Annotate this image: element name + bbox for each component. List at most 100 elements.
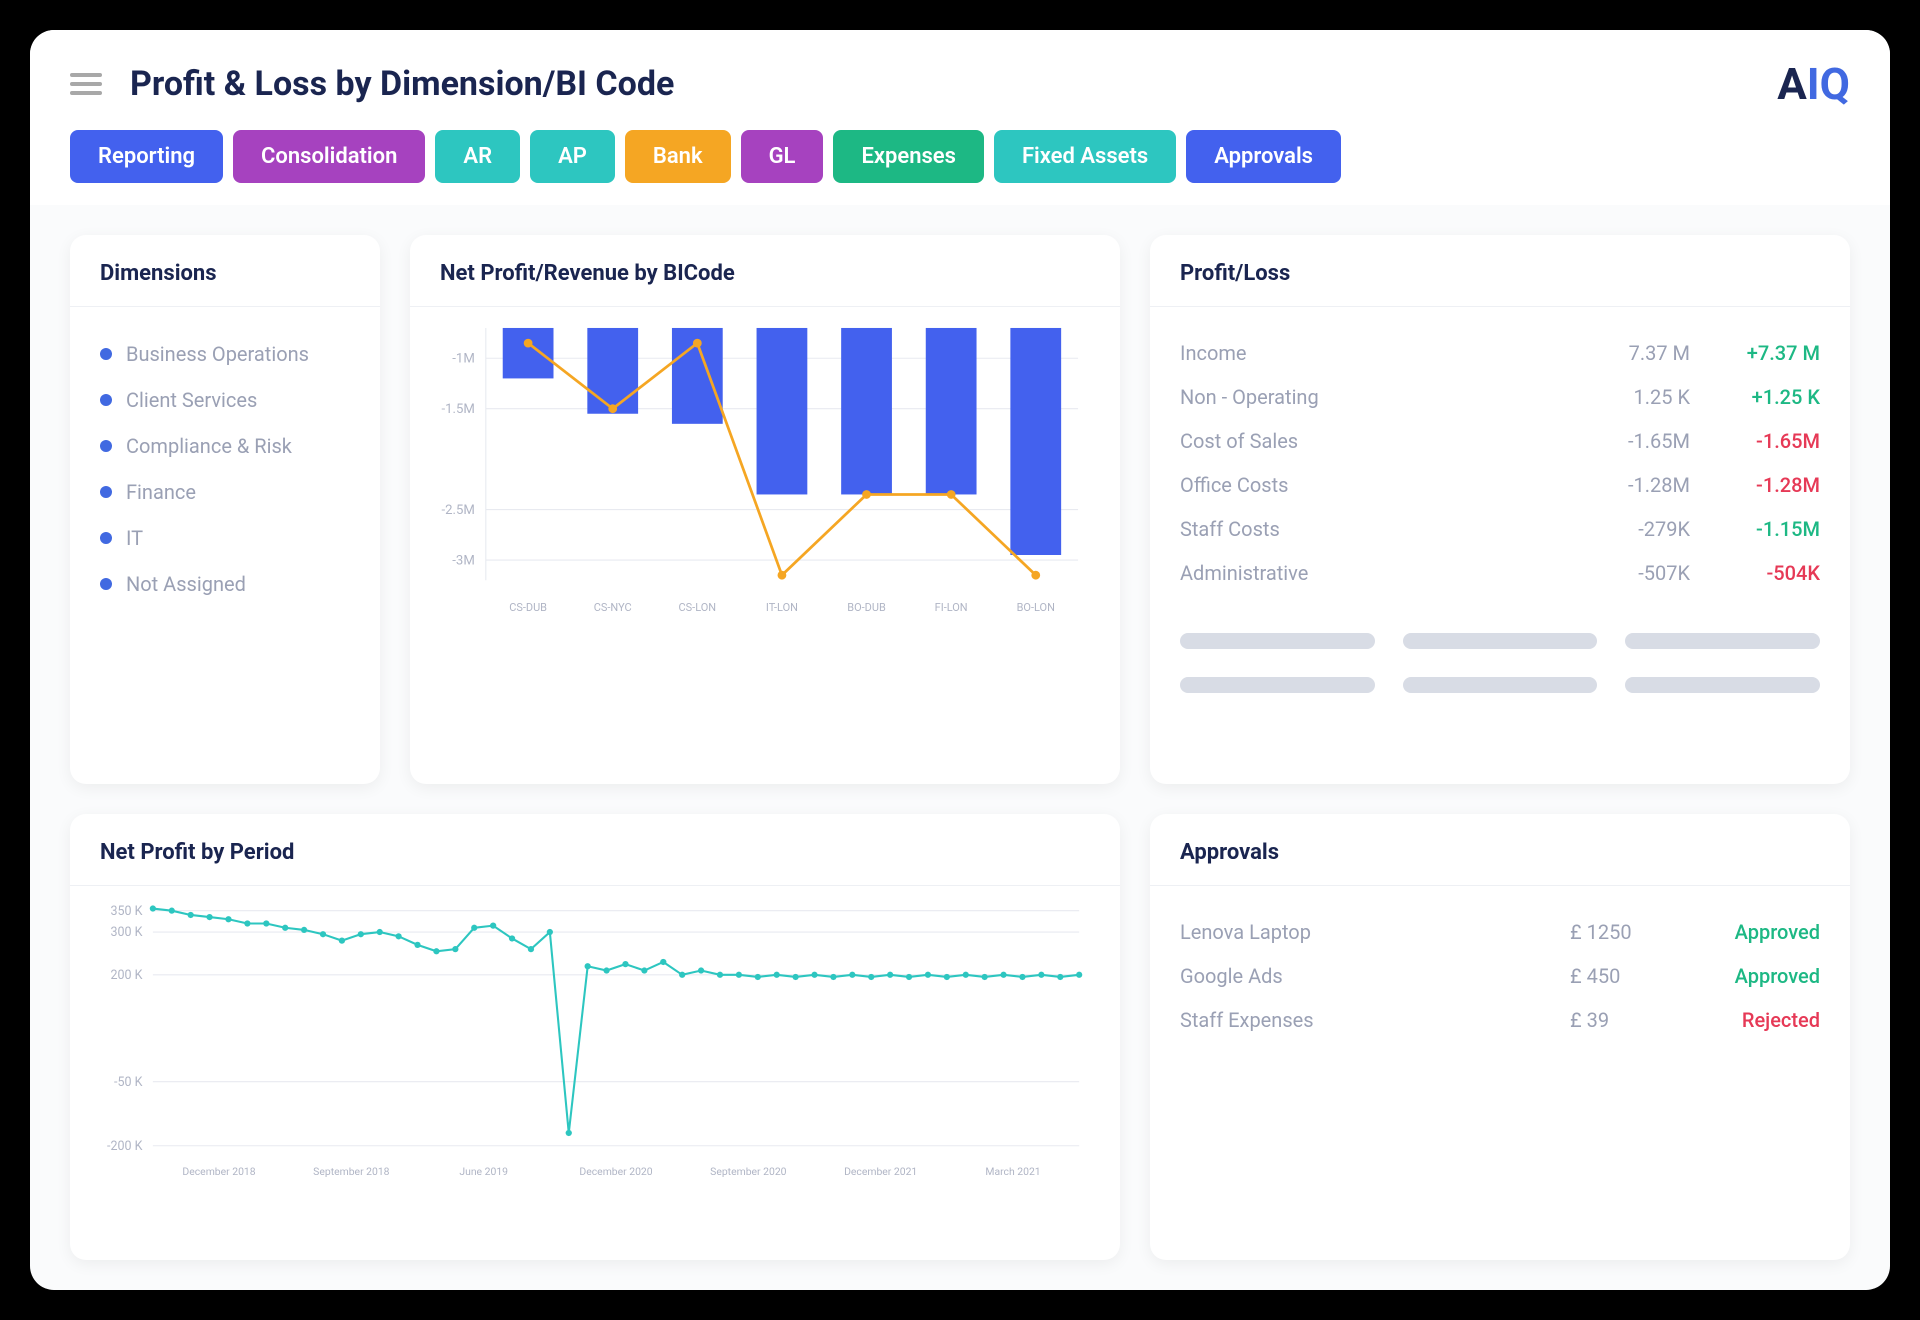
pl-value: -1.28M [1570,473,1690,497]
pl-value: 1.25 K [1570,385,1690,409]
pl-value: -507K [1570,561,1690,585]
pl-change: -504K [1690,561,1820,585]
pl-value: -1.65M [1570,429,1690,453]
svg-text:-1M: -1M [452,352,475,367]
profitloss-row: Staff Costs -279K -1.15M [1180,507,1820,551]
bullet-icon [100,578,112,590]
pl-change: -1.28M [1690,473,1820,497]
approval-row: Lenova Laptop £ 1250 Approved [1180,910,1820,954]
bullet-icon [100,486,112,498]
period-chart: 350 K300 K200 K-50 K-200 KDecember 2018S… [80,896,1100,1187]
svg-text:-1.5M: -1.5M [441,402,474,417]
tab-approvals[interactable]: Approvals [1186,130,1341,183]
profitloss-rows: Income 7.37 M +7.37 M Non - Operating 1.2… [1150,307,1850,619]
pl-label: Administrative [1180,561,1570,585]
skeleton-pill [1180,633,1375,649]
dimension-label: Business Operations [126,342,309,366]
dimension-label: Client Services [126,388,257,412]
svg-text:-3M: -3M [452,553,475,568]
approval-status: Rejected [1690,1008,1820,1032]
dimension-item[interactable]: Compliance & Risk [100,423,350,469]
skeleton-pill [1403,677,1598,693]
profitloss-title: Profit/Loss [1150,235,1850,307]
bicode-chart: -1M -1.5M -2.5M -3M CS-DUB CS-NYC CS-LON IT-LON… [420,317,1100,624]
svg-text:350 K: 350 K [111,904,143,919]
profitloss-row: Cost of Sales -1.65M -1.65M [1180,419,1820,463]
skeleton-pill [1625,677,1820,693]
svg-text:CS-DUB: CS-DUB [509,601,547,614]
svg-text:200 K: 200 K [111,968,143,983]
approval-row: Google Ads £ 450 Approved [1180,954,1820,998]
pl-value: 7.37 M [1570,341,1690,365]
profitloss-card: Profit/Loss Income 7.37 M +7.37 M Non - O… [1150,235,1850,784]
dimension-label: Finance [126,480,196,504]
skeleton-pill [1403,633,1598,649]
tab-consolidation[interactable]: Consolidation [233,130,425,183]
period-card: Net Profit by Period 350 K300 K200 K-50 … [70,814,1120,1260]
approval-status: Approved [1690,964,1820,988]
pl-change: +7.37 M [1690,341,1820,365]
bullet-icon [100,394,112,406]
approval-label: Staff Expenses [1180,1008,1570,1032]
svg-text:March 2021: March 2021 [985,1165,1040,1178]
svg-text:-2.5M: -2.5M [441,503,474,518]
dimension-label: IT [126,526,143,550]
dimension-item[interactable]: Client Services [100,377,350,423]
approval-amount: £ 39 [1570,1008,1690,1032]
svg-text:CS-LON: CS-LON [679,601,717,614]
pl-change: -1.65M [1690,429,1820,453]
tab-fixed-assets[interactable]: Fixed Assets [994,130,1176,183]
svg-text:December 2021: December 2021 [844,1165,917,1178]
dimension-item[interactable]: Not Assigned [100,561,350,607]
approval-label: Lenova Laptop [1180,920,1570,944]
approval-amount: £ 1250 [1570,920,1690,944]
tab-expenses[interactable]: Expenses [833,130,984,183]
menu-icon[interactable] [70,73,102,95]
period-title: Net Profit by Period [70,814,1120,886]
approval-label: Google Ads [1180,964,1570,988]
app-window: Profit & Loss by Dimension/BI Code AIQ R… [30,30,1890,1290]
dimensions-title: Dimensions [70,235,380,307]
pl-change: +1.25 K [1690,385,1820,409]
dimension-item[interactable]: IT [100,515,350,561]
pl-label: Non - Operating [1180,385,1570,409]
pl-value: -279K [1570,517,1690,541]
skeleton-row [1150,663,1850,721]
skeleton-pill [1625,633,1820,649]
logo: AIQ [1777,58,1850,110]
logo-iq: IQ [1807,58,1850,110]
svg-text:June 2019: June 2019 [459,1165,508,1178]
svg-text:IT-LON: IT-LON [766,601,798,614]
svg-text:CS-NYC: CS-NYC [594,601,632,614]
dimension-item[interactable]: Finance [100,469,350,515]
profitloss-row: Office Costs -1.28M -1.28M [1180,463,1820,507]
svg-text:FI-LON: FI-LON [935,601,968,614]
bullet-icon [100,532,112,544]
logo-a: A [1777,58,1807,110]
tab-bank[interactable]: Bank [625,130,731,183]
tab-reporting[interactable]: Reporting [70,130,223,183]
bullet-icon [100,440,112,452]
tab-ar[interactable]: AR [435,130,520,183]
page-title: Profit & Loss by Dimension/BI Code [130,64,674,104]
bullet-icon [100,348,112,360]
svg-text:December 2020: December 2020 [579,1165,652,1178]
svg-text:-200 K: -200 K [107,1139,143,1154]
svg-text:BO-LON: BO-LON [1017,601,1055,614]
svg-text:September 2018: September 2018 [313,1165,389,1178]
approvals-card: Approvals Lenova Laptop £ 1250 ApprovedG… [1150,814,1850,1260]
approvals-title: Approvals [1150,814,1850,886]
pl-label: Staff Costs [1180,517,1570,541]
dimension-item[interactable]: Business Operations [100,331,350,377]
profitloss-row: Non - Operating 1.25 K +1.25 K [1180,375,1820,419]
profitloss-row: Administrative -507K -504K [1180,551,1820,595]
svg-text:-50 K: -50 K [114,1075,143,1090]
approval-row: Staff Expenses £ 39 Rejected [1180,998,1820,1042]
tab-gl[interactable]: GL [741,130,824,183]
tab-ap[interactable]: AP [530,130,615,183]
approvals-rows: Lenova Laptop £ 1250 ApprovedGoogle Ads … [1150,886,1850,1066]
pl-label: Cost of Sales [1180,429,1570,453]
tab-bar: ReportingConsolidationARAPBankGLExpenses… [30,130,1890,205]
pl-label: Income [1180,341,1570,365]
content-grid: Dimensions Business Operations Client Ser… [30,205,1890,1290]
